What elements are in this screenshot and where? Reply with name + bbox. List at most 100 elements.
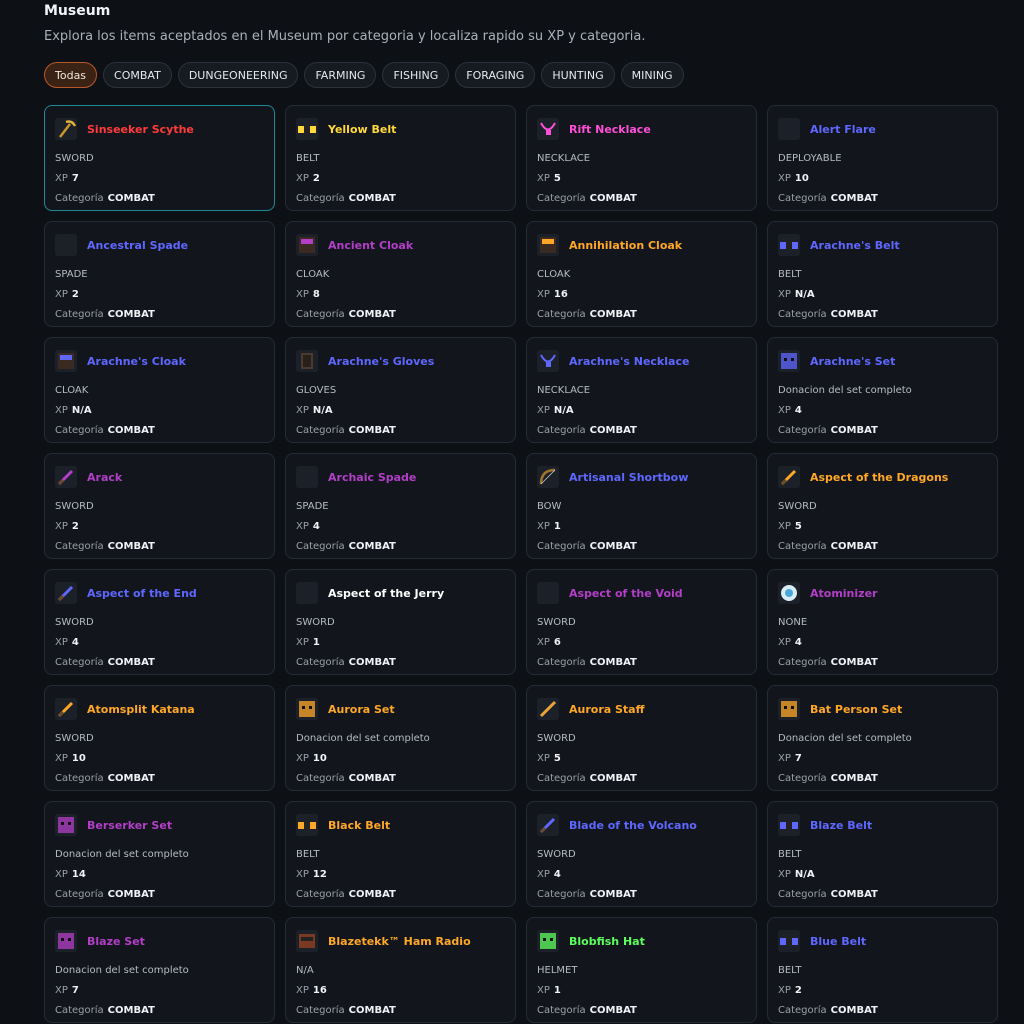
item-card-header: Aurora Set (296, 695, 505, 723)
item-card-header: Blade of the Volcano (537, 811, 746, 839)
item-card[interactable]: Arachne's Gloves GLOVES XP N/A Categoría COMB… (285, 337, 516, 443)
item-card[interactable]: Berserker Set Donacion del set completo XP… (44, 801, 275, 907)
category-value: COMBAT (107, 193, 155, 204)
item-card[interactable]: Ancestral Spade SPADE XP 2 Categoría COMBAT (44, 221, 275, 327)
item-card[interactable]: Artisanal Shortbow BOW XP 1 Categoría COMBAT (526, 453, 757, 559)
item-type: BELT (296, 849, 320, 860)
item-name: Blazetekk™ Ham Radio (328, 934, 471, 948)
item-card[interactable]: Arachne's Necklace NECKLACE XP N/A Categoría… (526, 337, 757, 443)
filter-chip-combat[interactable]: COMBAT (103, 62, 172, 88)
category-value: COMBAT (589, 1005, 637, 1016)
xp-label: XP (537, 405, 550, 416)
category-label: Categoría (296, 541, 345, 552)
item-card[interactable]: Aspect of the Void SWORD XP 6 Categoría COMBA… (526, 569, 757, 675)
item-type: SWORD (55, 501, 94, 512)
item-card[interactable]: Atomsplit Katana SWORD XP 10 Categoría COMBAT (44, 685, 275, 791)
item-card-header: Arachne's Belt (778, 231, 987, 259)
xp-label: XP (296, 637, 309, 648)
item-card[interactable]: Aspect of the End SWORD XP 4 Categoría COMBAT (44, 569, 275, 675)
item-card-header: Alert Flare (778, 115, 987, 143)
belt-icon (296, 118, 318, 140)
item-card[interactable]: Bat Person Set Donacion del set completo X… (767, 685, 998, 791)
item-card[interactable]: Alert Flare DEPLOYABLE XP 10 Categoría COMBAT (767, 105, 998, 211)
item-card[interactable]: Annihilation Cloak CLOAK XP 16 Categoría COMB… (526, 221, 757, 327)
sword-icon (778, 466, 800, 488)
item-xp: XP 7 (55, 981, 264, 1001)
necklace-icon (537, 350, 559, 372)
xp-label: XP (778, 405, 791, 416)
filter-chip-mining[interactable]: MINING (620, 62, 684, 88)
item-category: Categoría COMBAT (55, 189, 264, 209)
filter-chip-foraging[interactable]: FORAGING (455, 62, 536, 88)
filter-chip-fishing[interactable]: FISHING (382, 62, 450, 88)
filter-chip-hunting[interactable]: HUNTING (541, 62, 615, 88)
item-card[interactable]: Blue Belt BELT XP 2 Categoría COMBAT (767, 917, 998, 1023)
item-card[interactable]: Blaze Set Donacion del set completo XP 7 Cat… (44, 917, 275, 1023)
category-label: Categoría (537, 309, 586, 320)
item-card[interactable]: Black Belt BELT XP 12 Categoría COMBAT (285, 801, 516, 907)
item-xp: XP 2 (55, 517, 264, 537)
xp-label: XP (55, 173, 68, 184)
item-xp: XP 5 (537, 169, 746, 189)
category-label: Categoría (778, 309, 827, 320)
filter-chip-todas[interactable]: Todas (44, 62, 98, 88)
xp-label: XP (296, 289, 309, 300)
item-card-header: Aspect of the Void (537, 579, 746, 607)
category-value: COMBAT (830, 193, 878, 204)
filter-chip-dungeoneering[interactable]: DUNGEONEERING (177, 62, 299, 88)
item-card-header: Blaze Belt (778, 811, 987, 839)
xp-value: 10 (312, 753, 327, 764)
item-category: Categoría COMBAT (55, 769, 264, 789)
item-name: Arachne's Necklace (569, 354, 690, 368)
category-label: Categoría (537, 1005, 586, 1016)
item-card[interactable]: Ancient Cloak CLOAK XP 8 Categoría COMBAT (285, 221, 516, 327)
item-card[interactable]: Archaic Spade SPADE XP 4 Categoría COMBAT (285, 453, 516, 559)
category-label: Categoría (537, 193, 586, 204)
item-card[interactable]: Atominizer NONE XP 4 Categoría COMBAT (767, 569, 998, 675)
item-xp: XP 6 (537, 633, 746, 653)
category-value: COMBAT (107, 773, 155, 784)
item-xp: XP 10 (296, 749, 505, 769)
category-label: Categoría (296, 309, 345, 320)
item-category: Categoría COMBAT (537, 305, 746, 325)
category-label: Categoría (296, 773, 345, 784)
item-card[interactable]: Blobfish Hat HELMET XP 1 Categoría COMBAT (526, 917, 757, 1023)
xp-value: 2 (71, 289, 79, 300)
xp-value: N/A (794, 289, 815, 300)
item-card[interactable]: Aurora Staff SWORD XP 5 Categoría COMBAT (526, 685, 757, 791)
item-card[interactable]: Blazetekk™ Ham Radio N/A XP 16 Categoría COMB… (285, 917, 516, 1023)
item-xp: XP 7 (55, 169, 264, 189)
item-xp: XP 7 (778, 749, 987, 769)
item-card[interactable]: Arachne's Cloak CLOAK XP N/A Categoría COMBAT (44, 337, 275, 443)
xp-value: 1 (553, 521, 561, 532)
category-label: Categoría (778, 1005, 827, 1016)
filter-chip-farming[interactable]: FARMING (304, 62, 377, 88)
item-card[interactable]: Rift Necklace NECKLACE XP 5 Categoría COMBAT (526, 105, 757, 211)
item-xp: XP 4 (778, 401, 987, 421)
item-card[interactable]: Arack SWORD XP 2 Categoría COMBAT (44, 453, 275, 559)
item-card[interactable]: Yellow Belt BELT XP 2 Categoría COMBAT (285, 105, 516, 211)
category-value: COMBAT (348, 425, 396, 436)
item-category: Categoría COMBAT (296, 653, 505, 673)
item-xp: XP 5 (537, 749, 746, 769)
item-card-header: Arachne's Necklace (537, 347, 746, 375)
item-card[interactable]: Aurora Set Donacion del set completo XP 10 C… (285, 685, 516, 791)
category-value: COMBAT (348, 309, 396, 320)
xp-label: XP (55, 637, 68, 648)
item-xp: XP 16 (537, 285, 746, 305)
item-card[interactable]: Sinseeker Scythe SWORD XP 7 Categoría COMBAT (44, 105, 275, 211)
item-card[interactable]: Arachne's Belt BELT XP N/A Categoría COMBAT (767, 221, 998, 327)
category-value: COMBAT (107, 541, 155, 552)
empty-icon (296, 582, 318, 604)
item-card-header: Atominizer (778, 579, 987, 607)
item-card[interactable]: Aspect of the Jerry SWORD XP 1 Categoría COMB… (285, 569, 516, 675)
item-card[interactable]: Arachne's Set Donacion del set completo XP… (767, 337, 998, 443)
item-xp: XP 2 (55, 285, 264, 305)
head-icon (778, 350, 800, 372)
xp-label: XP (55, 753, 68, 764)
item-card[interactable]: Blade of the Volcano SWORD XP 4 Categoría COM… (526, 801, 757, 907)
scythe-icon (55, 118, 77, 140)
item-card[interactable]: Blaze Belt BELT XP N/A Categoría COMBAT (767, 801, 998, 907)
item-card[interactable]: Aspect of the Dragons SWORD XP 5 Categoría CO… (767, 453, 998, 559)
item-card-header: Sinseeker Scythe (55, 115, 264, 143)
